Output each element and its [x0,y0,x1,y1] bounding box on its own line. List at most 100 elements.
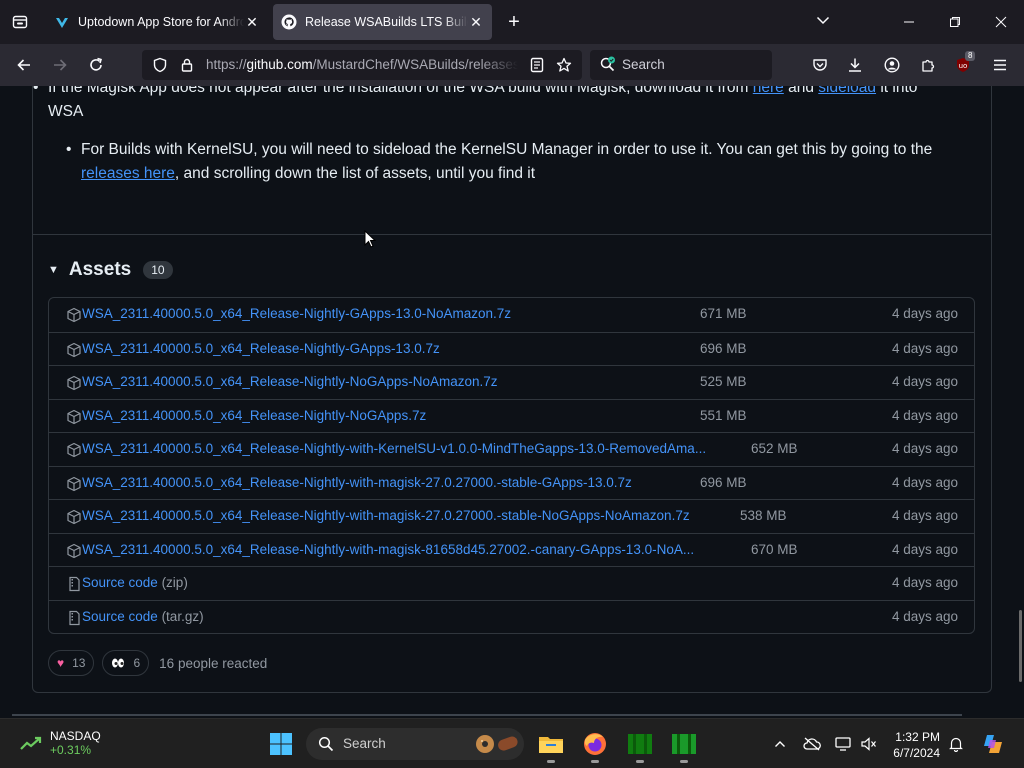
address-bar[interactable]: https://github.com/MustardChef/WSABuilds… [142,50,582,80]
display-tray-button[interactable] [833,734,853,754]
asset-row: WSA_2311.40000.5.0_x64_Release-Nightly-G… [49,331,974,366]
system-clock[interactable]: 1:32 PM 6/7/2024 [884,729,940,761]
asset-row: WSA_2311.40000.5.0_x64_Release-Nightly-w… [49,465,974,500]
asset-row: WSA_2311.40000.5.0_x64_Release-Nightly-w… [49,499,974,533]
section-divider [33,234,991,235]
lock-icon[interactable] [179,57,195,73]
asset-row: WSA_2311.40000.5.0_x64_Release-Nightly-N… [49,365,974,399]
bell-icon [949,737,963,752]
asset-download-link[interactable]: WSA_2311.40000.5.0_x64_Release-Nightly-G… [82,306,511,321]
back-button[interactable] [11,53,37,77]
ublock-extension-button[interactable]: uo 8 [950,51,976,77]
close-window-button[interactable] [989,10,1013,34]
taskbar-firefox[interactable] [580,729,610,763]
asset-date: 4 days ago [891,340,958,356]
pocket-button[interactable] [807,53,833,77]
reload-button[interactable] [83,53,109,77]
restore-icon [950,17,960,27]
new-tab-button[interactable]: + [503,11,525,33]
tab-close-icon[interactable]: ✕ [468,14,484,30]
sideload-link[interactable]: sideload [818,86,876,96]
firefox-view-icon [12,15,28,29]
search-engine-icon[interactable] [599,56,617,74]
copilot-button[interactable] [981,732,1005,756]
show-hidden-icons-button[interactable] [770,734,790,754]
page-scrollbar-thumb[interactable] [1019,610,1022,682]
tab-uptodown[interactable]: Uptodown App Store for Andro ✕ [46,4,268,40]
running-indicator [636,760,644,763]
tracking-protection-shield-icon[interactable] [152,57,168,73]
taskbar-app-green-2[interactable] [669,729,699,763]
tab-close-icon[interactable]: ✕ [244,14,260,30]
asset-download-link[interactable]: WSA_2311.40000.5.0_x64_Release-Nightly-w… [82,508,690,523]
asset-size: 551 MB [700,407,747,423]
onedrive-tray-button[interactable] [802,734,822,754]
tab-title: Release WSABuilds LTS Build # [305,15,468,29]
magisk-download-link[interactable]: here [753,86,784,96]
asset-row: Source code (zip) 4 days ago [49,566,974,600]
notifications-button[interactable] [946,734,966,754]
search-placeholder: Search [622,57,665,72]
bullet-dot: • [66,141,72,158]
kernelsu-releases-link[interactable]: releases here [81,165,175,182]
asset-size: 696 MB [700,474,747,490]
asset-download-link[interactable]: WSA_2311.40000.5.0_x64_Release-Nightly-N… [82,408,426,423]
account-button[interactable] [879,53,905,77]
asset-size: 525 MB [700,374,747,389]
close-icon [995,16,1007,28]
asset-download-link[interactable]: WSA_2311.40000.5.0_x64_Release-Nightly-w… [82,542,694,557]
asset-download-link[interactable]: WSA_2311.40000.5.0_x64_Release-Nightly-G… [82,341,440,356]
stock-chart-icon [20,736,42,750]
package-icon [67,476,81,491]
restore-button[interactable] [943,10,967,34]
firefox-view-button[interactable] [8,11,32,33]
asset-size: 670 MB [751,541,798,557]
tab-wsabuilds-release[interactable]: Release WSABuilds LTS Build # ✕ [273,4,492,40]
asset-download-link[interactable]: WSA_2311.40000.5.0_x64_Release-Nightly-N… [82,374,497,389]
asset-date: 4 days ago [891,407,958,423]
source-code-zip-link[interactable]: Source code (zip) [82,575,188,590]
running-indicator [547,760,555,763]
reaction-heart-button[interactable]: ♥ 13 [48,650,95,676]
reaction-eyes-button[interactable]: 6 [102,650,150,676]
list-all-tabs-button[interactable] [815,12,837,32]
url-text[interactable]: https://github.com/MustardChef/WSABuilds… [206,57,518,72]
asset-download-link[interactable]: WSA_2311.40000.5.0_x64_Release-Nightly-w… [82,441,706,456]
uptodown-favicon-icon [56,18,68,28]
chevron-up-icon [775,741,785,747]
monitor-icon [835,737,851,751]
forward-button[interactable] [47,53,73,77]
reader-view-icon[interactable] [529,57,545,73]
minimize-button[interactable] [897,10,921,34]
assets-list: WSA_2311.40000.5.0_x64_Release-Nightly-G… [48,297,975,634]
downloads-button[interactable] [842,53,868,77]
stock-widget[interactable]: NASDAQ +0.31% [20,729,101,757]
horizontal-scrollbar[interactable] [12,714,962,716]
triangle-down-icon[interactable]: ▼ [48,264,59,276]
taskbar-file-explorer[interactable] [536,729,566,763]
hamburger-menu-icon [994,59,1006,71]
app-menu-button[interactable] [987,53,1013,77]
volume-tray-button[interactable] [859,734,879,754]
file-zip-icon [69,610,80,625]
taskbar-app-green-1[interactable] [625,729,655,763]
heart-icon: ♥ [57,656,65,670]
asset-size: 538 MB [740,508,787,523]
pocket-icon [813,59,827,71]
web-search-input[interactable]: Search [590,50,772,80]
source-code-targz-link[interactable]: Source code (tar.gz) [82,609,204,624]
asset-download-link[interactable]: WSA_2311.40000.5.0_x64_Release-Nightly-w… [82,475,632,490]
folder-icon [539,737,563,753]
taskbar-search-box[interactable]: Search [306,728,524,760]
asset-size: 696 MB [700,340,747,356]
arrow-left-icon [17,59,30,71]
green-app-icon [628,734,652,754]
bookmark-star-icon[interactable] [556,57,572,73]
reactions-summary: 16 people reacted [159,655,268,671]
extensions-button[interactable] [915,53,941,77]
start-button[interactable] [266,729,296,759]
reload-icon [90,57,102,71]
asset-date: 4 days ago [891,575,958,590]
browser-navigation-bar: https://github.com/MustardChef/WSABuilds… [0,44,1024,86]
assets-header[interactable]: ▼ Assets 10 [48,256,173,284]
